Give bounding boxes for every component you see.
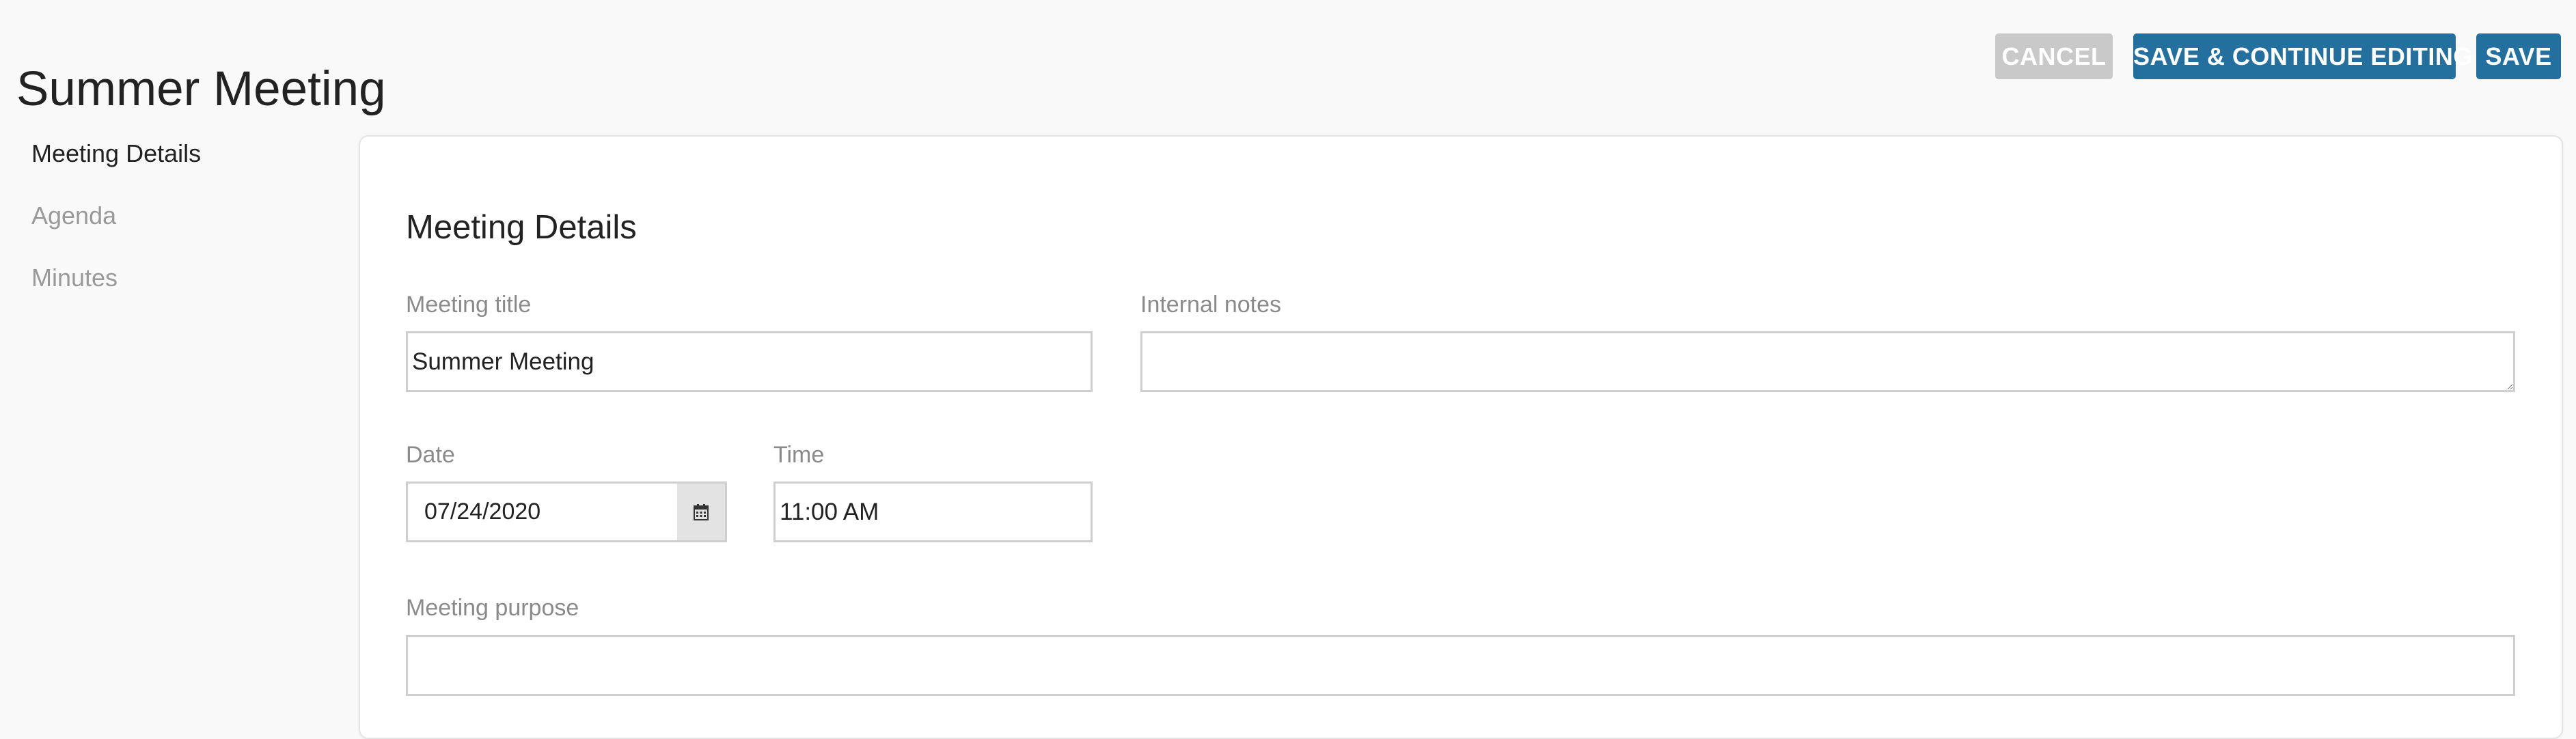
sidebar-item-meeting-details[interactable]: Meeting Details [31, 140, 201, 167]
meeting-title-label: Meeting title [406, 292, 532, 318]
save-button[interactable]: SAVE [2476, 33, 2561, 79]
date-picker [406, 482, 727, 542]
sidebar-item-minutes[interactable]: Minutes [31, 264, 201, 292]
calendar-icon[interactable] [677, 482, 727, 542]
section-heading: Meeting Details [406, 208, 637, 246]
time-label: Time [773, 442, 825, 468]
page-title: Summer Meeting [16, 61, 386, 116]
meeting-details-panel: Meeting Details Meeting title Internal n… [359, 135, 2563, 739]
meeting-purpose-input[interactable] [406, 635, 2515, 696]
meeting-purpose-label: Meeting purpose [406, 595, 579, 621]
date-input[interactable] [406, 482, 679, 542]
sidebar-nav: Meeting Details Agenda Minutes [31, 140, 201, 326]
internal-notes-label: Internal notes [1140, 292, 1282, 318]
time-input[interactable] [773, 482, 1093, 542]
sidebar-item-agenda[interactable]: Agenda [31, 202, 201, 229]
meeting-title-input[interactable] [406, 331, 1093, 392]
internal-notes-field[interactable] [1140, 331, 2515, 392]
cancel-button[interactable]: CANCEL [1995, 33, 2113, 79]
save-and-continue-button[interactable]: SAVE & CONTINUE EDITING [2133, 33, 2472, 79]
date-label: Date [406, 442, 455, 468]
